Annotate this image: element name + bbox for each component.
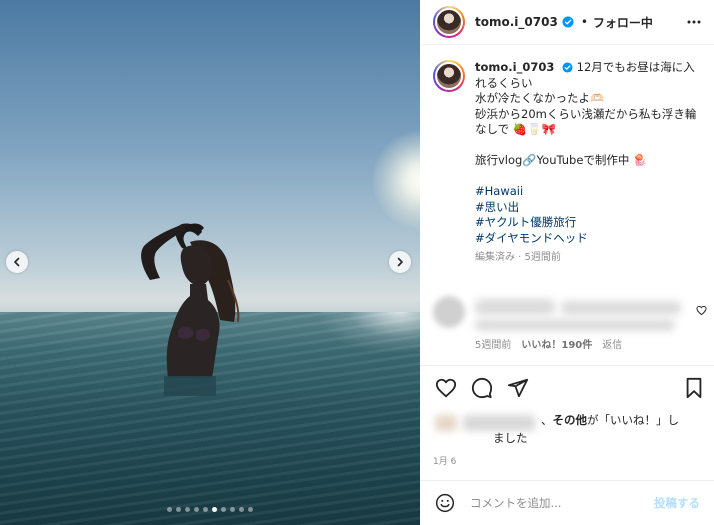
blurred-comment-username	[475, 299, 555, 315]
header-username[interactable]: tomo.i_0703	[475, 15, 558, 29]
add-comment-bar: 投稿する	[420, 480, 714, 525]
post-date[interactable]: 1月 6	[433, 454, 456, 467]
more-options-icon[interactable]	[686, 14, 702, 34]
post-comment-button[interactable]: 投稿する	[654, 495, 700, 511]
blurred-comment-text	[561, 301, 681, 315]
post-side-panel: tomo.i_0703 • フォロー中 tomo.i_0703 12月でもお昼は…	[420, 0, 714, 525]
carousel-indicator	[0, 507, 420, 512]
reply-button[interactable]: 返信	[602, 336, 622, 351]
avatar[interactable]	[433, 6, 465, 38]
blurred-comment-text	[475, 319, 675, 331]
carousel-dot-active	[212, 507, 217, 512]
previous-slide-button[interactable]	[6, 251, 28, 273]
hashtag-link[interactable]: #ヤクルト優勝旅行	[475, 215, 699, 231]
carousel-dot	[239, 507, 244, 512]
heart-icon[interactable]	[435, 377, 457, 399]
send-icon[interactable]	[507, 377, 529, 399]
caption-line: 旅行vlog🔗YouTubeで制作中 🪼	[475, 153, 648, 167]
verified-badge-icon	[562, 62, 573, 73]
header-separator: •	[580, 15, 588, 29]
comment-bubble-icon[interactable]	[471, 377, 493, 399]
comment-likes[interactable]: いいね！190件	[521, 336, 592, 351]
sea-glint	[320, 312, 420, 352]
avatar-image	[435, 62, 463, 90]
caption-line: 砂浜から20mくらい浅瀬だから私も浮き輪なしで 🍓🥛🎀	[475, 106, 697, 137]
comment-avatar[interactable]	[433, 296, 465, 328]
verified-badge-icon	[562, 16, 574, 28]
likes-text: 、その他が「いいね！」し	[541, 413, 679, 427]
caption: tomo.i_0703 12月でもお昼は海に入れるくらい 水が冷たくなかったよ🫶…	[433, 60, 703, 266]
caption-first-line: tomo.i_0703 12月でもお昼は海に入れるくらい	[475, 60, 699, 91]
carousel-dot	[221, 507, 226, 512]
hashtag-link[interactable]: #Hawaii	[475, 184, 699, 200]
comment-input[interactable]	[470, 496, 640, 510]
carousel-dot	[194, 507, 199, 512]
next-slide-button[interactable]	[389, 251, 411, 273]
likes-others-link[interactable]: その他	[553, 413, 588, 427]
caption-text: tomo.i_0703 12月でもお昼は海に入れるくらい 水が冷たくなかったよ🫶…	[475, 60, 699, 266]
blurred-liker-name[interactable]	[463, 415, 535, 431]
hashtag-link[interactable]: #ダイヤモンドヘッド	[475, 231, 699, 247]
carousel-dot	[167, 507, 172, 512]
avatar-image	[435, 8, 463, 36]
caption-meta: 編集済み · 5週間前	[475, 252, 561, 263]
sun-glow	[372, 130, 420, 230]
post-header: tomo.i_0703 • フォロー中	[420, 0, 714, 45]
caption-avatar[interactable]	[433, 60, 465, 92]
carousel-dot	[185, 507, 190, 512]
caption-line: 水が冷たくなかったよ🫶🏻	[475, 91, 605, 105]
bookmark-icon[interactable]	[684, 377, 704, 399]
carousel-dot	[203, 507, 208, 512]
woman-silhouette	[141, 223, 240, 396]
header-name-row: tomo.i_0703 • フォロー中	[475, 14, 653, 31]
hashtag-link[interactable]: #思い出	[475, 200, 699, 216]
caption-username[interactable]: tomo.i_0703	[475, 60, 554, 74]
carousel-dot	[248, 507, 253, 512]
chevron-right-icon	[397, 257, 403, 267]
chevron-left-icon	[14, 257, 20, 267]
actions-divider	[420, 365, 714, 366]
comment-time[interactable]: 5週間前	[475, 336, 511, 351]
following-button[interactable]: フォロー中	[593, 14, 653, 31]
emoji-icon[interactable]	[435, 493, 455, 513]
carousel-dot	[176, 507, 181, 512]
comment-like-icon[interactable]	[696, 305, 707, 316]
blurred-liker-avatar[interactable]	[435, 415, 457, 431]
carousel-dot	[230, 507, 235, 512]
comment-meta: 5週間前 いいね！190件 返信	[475, 336, 622, 351]
likes-text-line2: ました	[493, 431, 528, 445]
post-photo	[0, 0, 420, 525]
